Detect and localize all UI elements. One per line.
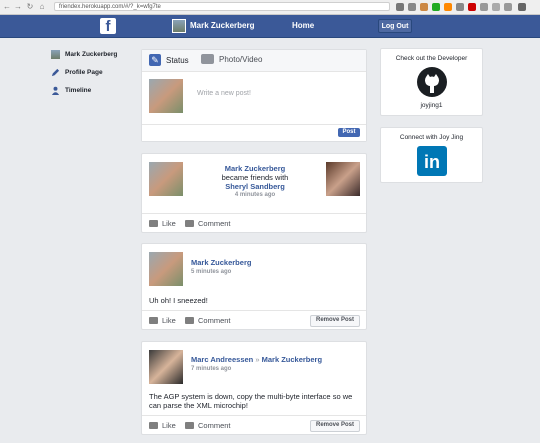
star-icon[interactable] [408, 3, 416, 11]
logout-button[interactable]: Log Out [378, 19, 412, 33]
arrow-separator: » [255, 355, 260, 364]
pencil-icon [51, 68, 60, 76]
sidebar-item-profile[interactable]: Mark Zuckerberg [51, 45, 117, 63]
avatar [149, 79, 183, 113]
home-icon[interactable]: ⌂ [38, 2, 46, 11]
story-friend-link[interactable]: Sheryl Sandberg [187, 182, 323, 191]
camera-icon [201, 54, 214, 64]
menu-icon[interactable] [518, 3, 526, 11]
sidebar-item-label: Profile Page [65, 68, 103, 76]
post-input[interactable]: Write a new post! [197, 90, 251, 97]
developer-card: Check out the Developer joyjing1 [380, 48, 483, 116]
comment-button[interactable]: Comment [185, 219, 231, 228]
reload-icon[interactable]: ↻ [26, 2, 34, 11]
thumbs-up-icon [149, 220, 158, 227]
friend-story: Mark Zuckerberg became friends with Sher… [141, 153, 367, 233]
pencil-icon: ✎ [149, 54, 161, 66]
facebook-logo-icon[interactable]: f [100, 18, 116, 34]
avatar[interactable] [172, 19, 186, 33]
status-composer: ✎ Status Photo/Video Write a new post! P… [141, 49, 367, 142]
post-button[interactable]: Post [338, 128, 360, 137]
post-card: Marc Andreessen » Mark Zuckerberg 7 minu… [141, 341, 367, 435]
extension-icon[interactable] [504, 3, 512, 11]
post-time: 5 minutes ago [191, 269, 232, 275]
linkedin-title: Connect with Joy Jing [399, 134, 464, 141]
avatar[interactable] [149, 252, 183, 286]
sidebar-item-label: Timeline [65, 86, 92, 94]
github-icon[interactable] [417, 67, 447, 97]
back-icon[interactable]: ← [3, 2, 11, 11]
post-body: The AGP system is down, copy the multi-b… [149, 392, 353, 410]
post-time: 7 minutes ago [191, 366, 232, 372]
extension-icon[interactable] [420, 3, 428, 11]
avatar[interactable] [149, 350, 183, 384]
topbar-user-name[interactable]: Mark Zuckerberg [190, 21, 254, 30]
thumbs-up-icon [149, 422, 158, 429]
story-user-link[interactable]: Mark Zuckerberg [187, 164, 323, 173]
story-actions: Like Comment [142, 213, 366, 232]
sidebar-item-profile-page[interactable]: Profile Page [51, 63, 117, 81]
friend-avatar[interactable] [326, 162, 360, 196]
browser-toolbar: ← → ↻ ⌂ friendex.herokuapp.com/#/?_k=wfg… [0, 0, 540, 15]
composer-tabs: ✎ Status Photo/Video [142, 50, 366, 72]
top-navbar: f Mark Zuckerberg Home Log Out [0, 15, 540, 38]
sidebar-item-timeline[interactable]: Timeline [51, 81, 117, 99]
post-card: Mark Zuckerberg 5 minutes ago Uh oh! I s… [141, 243, 367, 330]
avatar [51, 49, 60, 59]
tab-photo-video[interactable]: Photo/Video [201, 54, 262, 64]
tab-status[interactable]: ✎ Status [149, 54, 189, 66]
post-target-link[interactable]: Mark Zuckerberg [262, 355, 322, 364]
home-link[interactable]: Home [292, 21, 314, 30]
developer-username[interactable]: joyjing1 [381, 102, 482, 109]
extension-icon[interactable] [492, 3, 500, 11]
extension-icon[interactable] [456, 3, 464, 11]
post-actions: Like Comment Remove Post [142, 310, 366, 329]
post-author-link[interactable]: Marc Andreessen [191, 355, 253, 364]
remove-post-button[interactable]: Remove Post [309, 420, 360, 432]
linkedin-card: Connect with Joy Jing in [380, 127, 483, 183]
like-button[interactable]: Like [149, 316, 176, 325]
extension-icon[interactable] [432, 3, 440, 11]
extension-icon[interactable] [468, 3, 476, 11]
composer-footer: Post [142, 124, 366, 141]
person-icon [51, 86, 60, 95]
developer-title: Check out the Developer [395, 55, 468, 62]
comment-icon [185, 422, 194, 429]
post-actions: Like Comment Remove Post [142, 415, 366, 434]
tab-status-label: Status [166, 55, 189, 65]
like-button[interactable]: Like [149, 219, 176, 228]
remove-post-button[interactable]: Remove Post [309, 315, 360, 327]
comment-button[interactable]: Comment [185, 316, 231, 325]
address-bar[interactable]: friendex.herokuapp.com/#/?_k=wfg7te [54, 2, 390, 11]
comment-icon [185, 317, 194, 324]
thumbs-up-icon [149, 317, 158, 324]
story-time: 4 minutes ago [234, 192, 276, 198]
like-button[interactable]: Like [149, 421, 176, 430]
avatar[interactable] [149, 162, 183, 196]
post-author-link[interactable]: Mark Zuckerberg [191, 258, 251, 267]
tab-photo-label: Photo/Video [219, 54, 263, 64]
comment-button[interactable]: Comment [185, 421, 231, 430]
story-verb: became friends with [221, 173, 289, 182]
sidebar-item-label: Mark Zuckerberg [65, 50, 118, 58]
linkedin-icon[interactable]: in [417, 146, 447, 176]
forward-icon[interactable]: → [14, 2, 22, 11]
key-icon[interactable] [396, 3, 404, 11]
extension-icon[interactable] [444, 3, 452, 11]
left-sidebar: Mark Zuckerberg Profile Page Timeline [51, 45, 117, 99]
post-body: Uh oh! I sneezed! [149, 296, 208, 305]
comment-icon [185, 220, 194, 227]
extension-icon[interactable] [480, 3, 488, 11]
